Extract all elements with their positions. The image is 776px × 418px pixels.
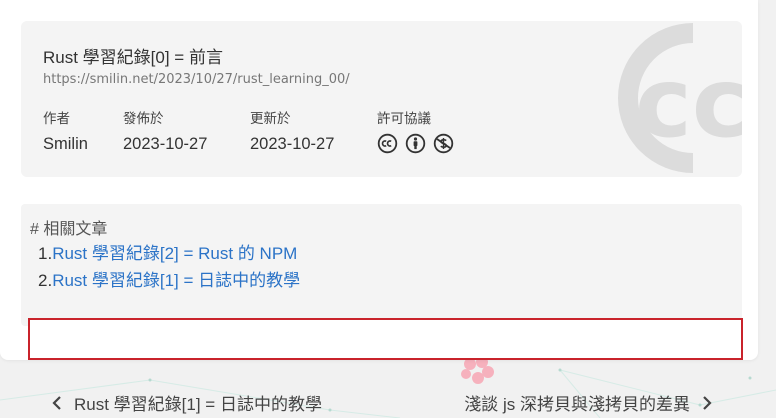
published-label: 發佈於 xyxy=(123,111,164,126)
chevron-right-icon xyxy=(703,395,712,410)
related-post-link[interactable]: Rust 學習紀錄[1] = 日誌中的教學 xyxy=(52,271,300,290)
author-label: 作者 xyxy=(43,111,70,126)
license-info-box: cc Rust 學習紀錄[0] = 前言 https://smilin.net/… xyxy=(21,21,742,177)
post-permalink[interactable]: https://smilin.net/2023/10/27/rust_learn… xyxy=(43,72,350,87)
list-item: 2.Rust 學習紀錄[1] = 日誌中的教學 xyxy=(38,267,300,294)
post-title: Rust 學習紀錄[0] = 前言 xyxy=(43,48,223,67)
svg-text:cc: cc xyxy=(635,47,742,159)
related-posts-list: 1.Rust 學習紀錄[2] = Rust 的 NPM 2.Rust 學習紀錄[… xyxy=(38,240,300,294)
license-label: 許可協議 xyxy=(377,111,431,126)
chevron-left-icon xyxy=(52,395,61,410)
related-posts-heading: # 相關文章 xyxy=(30,221,108,238)
author-column: 作者 Smilin xyxy=(43,110,88,154)
by-icon[interactable] xyxy=(405,133,426,154)
creative-commons-watermark-icon: cc xyxy=(618,23,742,173)
next-post-title: 淺談 js 深拷貝與淺拷貝的差異 xyxy=(464,395,690,414)
related-post-link[interactable]: Rust 學習紀錄[2] = Rust 的 NPM xyxy=(52,244,297,263)
updated-date: 2023-10-27 xyxy=(250,135,335,153)
list-item-number: 2. xyxy=(38,271,53,290)
published-date: 2023-10-27 xyxy=(123,135,208,153)
post-content-card: cc Rust 學習紀錄[0] = 前言 https://smilin.net/… xyxy=(0,0,758,360)
published-column: 發佈於 2023-10-27 xyxy=(123,110,207,154)
updated-column: 更新於 2023-10-27 xyxy=(250,110,334,154)
list-item-number: 1. xyxy=(38,244,53,263)
sakura-petal-decoration xyxy=(461,356,494,384)
license-icons[interactable] xyxy=(377,133,454,154)
nc-icon[interactable] xyxy=(433,133,454,154)
previous-post-title: Rust 學習紀錄[1] = 日誌中的教學 xyxy=(74,395,322,414)
highlighted-empty-region[interactable] xyxy=(28,318,743,360)
cc-icon[interactable] xyxy=(377,133,398,154)
license-column: 許可協議 xyxy=(377,110,454,154)
author-value[interactable]: Smilin xyxy=(43,135,88,154)
related-posts-section: # 相關文章 1.Rust 學習紀錄[2] = Rust 的 NPM 2.Rus… xyxy=(21,204,742,326)
next-post-link[interactable]: 淺談 js 深拷貝與淺拷貝的差異 xyxy=(464,390,712,415)
list-item: 1.Rust 學習紀錄[2] = Rust 的 NPM xyxy=(38,240,300,267)
updated-label: 更新於 xyxy=(250,111,291,126)
previous-post-link[interactable]: Rust 學習紀錄[1] = 日誌中的教學 xyxy=(52,390,322,415)
